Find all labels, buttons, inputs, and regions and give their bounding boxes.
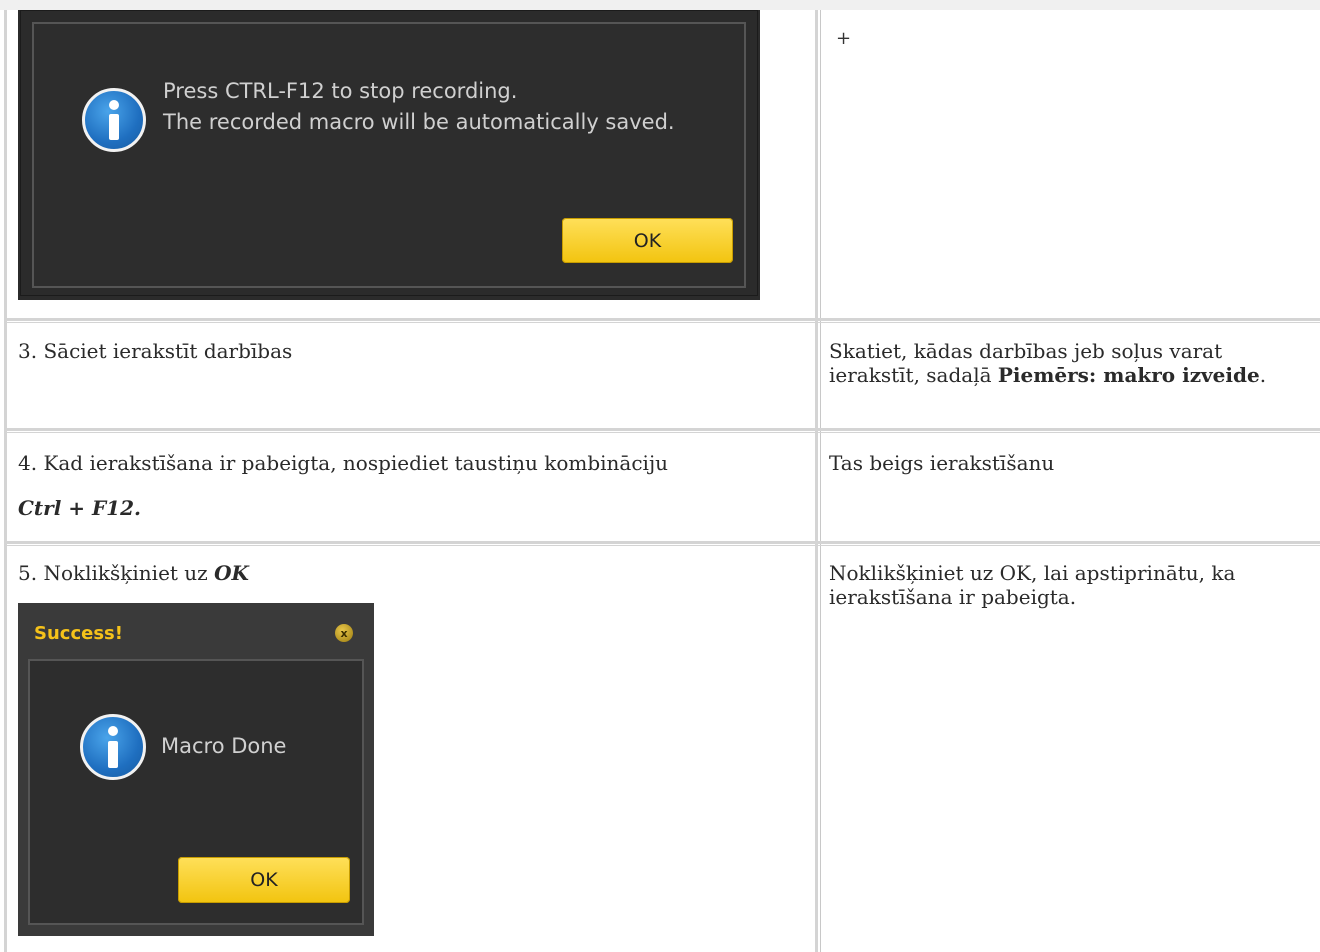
row-divider [4, 428, 1320, 431]
row-divider [4, 541, 1320, 544]
info-icon [80, 714, 146, 780]
table-column-divider [820, 10, 821, 952]
row-divider [4, 545, 1320, 546]
ok-button[interactable]: OK [178, 857, 350, 903]
success-dialog-screenshot: Success! x Macro Done OK [18, 603, 374, 936]
step-5-description: Noklikšķiniet uz OK, lai apstiprinātu, k… [829, 561, 1236, 609]
close-icon[interactable]: x [335, 624, 353, 642]
info-icon [82, 88, 146, 152]
row-divider [4, 318, 1320, 321]
shortcut-keys: Ctrl + F12. [18, 496, 141, 520]
dialog-message-line1: Press CTRL-F12 to stop recording. [163, 79, 518, 103]
row-divider [4, 432, 1320, 433]
example-section-link: Piemērs: makro izveide [997, 363, 1260, 387]
step-4-description: Tas beigs ierakstīšanu [829, 451, 1055, 475]
step-3-text: 3. Sāciet ierakstīt darbības [18, 339, 293, 363]
step-4-keys: Ctrl + F12. [18, 496, 141, 520]
recording-dialog-screenshot: Press CTRL-F12 to stop recording. The re… [18, 10, 760, 300]
dialog-title: Success! [34, 623, 123, 644]
step-3-description: Skatiet, kādas darbības jeb soļus varat … [829, 339, 1267, 387]
table-column-divider [815, 10, 818, 952]
plus-sign: + [836, 28, 852, 49]
row-divider [4, 322, 1320, 323]
step-5-text: 5. Noklikšķiniet uz OK [18, 561, 249, 585]
ok-button[interactable]: OK [562, 218, 733, 263]
ok-emphasis: OK [214, 561, 249, 585]
dialog-message-line2: The recorded macro will be automatically… [163, 110, 675, 134]
dialog-message: Macro Done [161, 734, 287, 758]
step-4-text: 4. Kad ierakstīšana ir pabeigta, nospied… [18, 451, 669, 475]
table-border-left [4, 10, 7, 952]
top-strip [0, 0, 1320, 10]
